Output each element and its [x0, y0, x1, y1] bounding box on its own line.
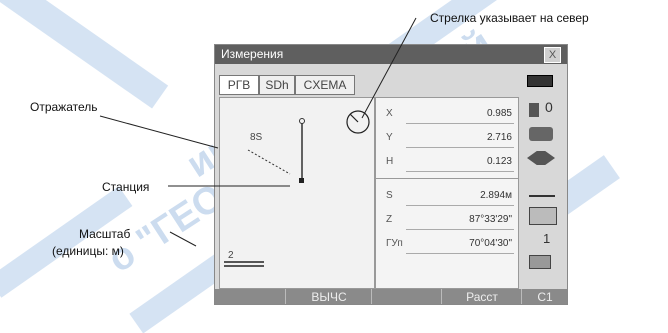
reflector-leader	[99, 115, 219, 149]
north-leader	[361, 17, 417, 119]
scale-leader	[169, 231, 197, 247]
callout-lines	[99, 17, 417, 247]
north-arrow-needle	[349, 113, 359, 123]
